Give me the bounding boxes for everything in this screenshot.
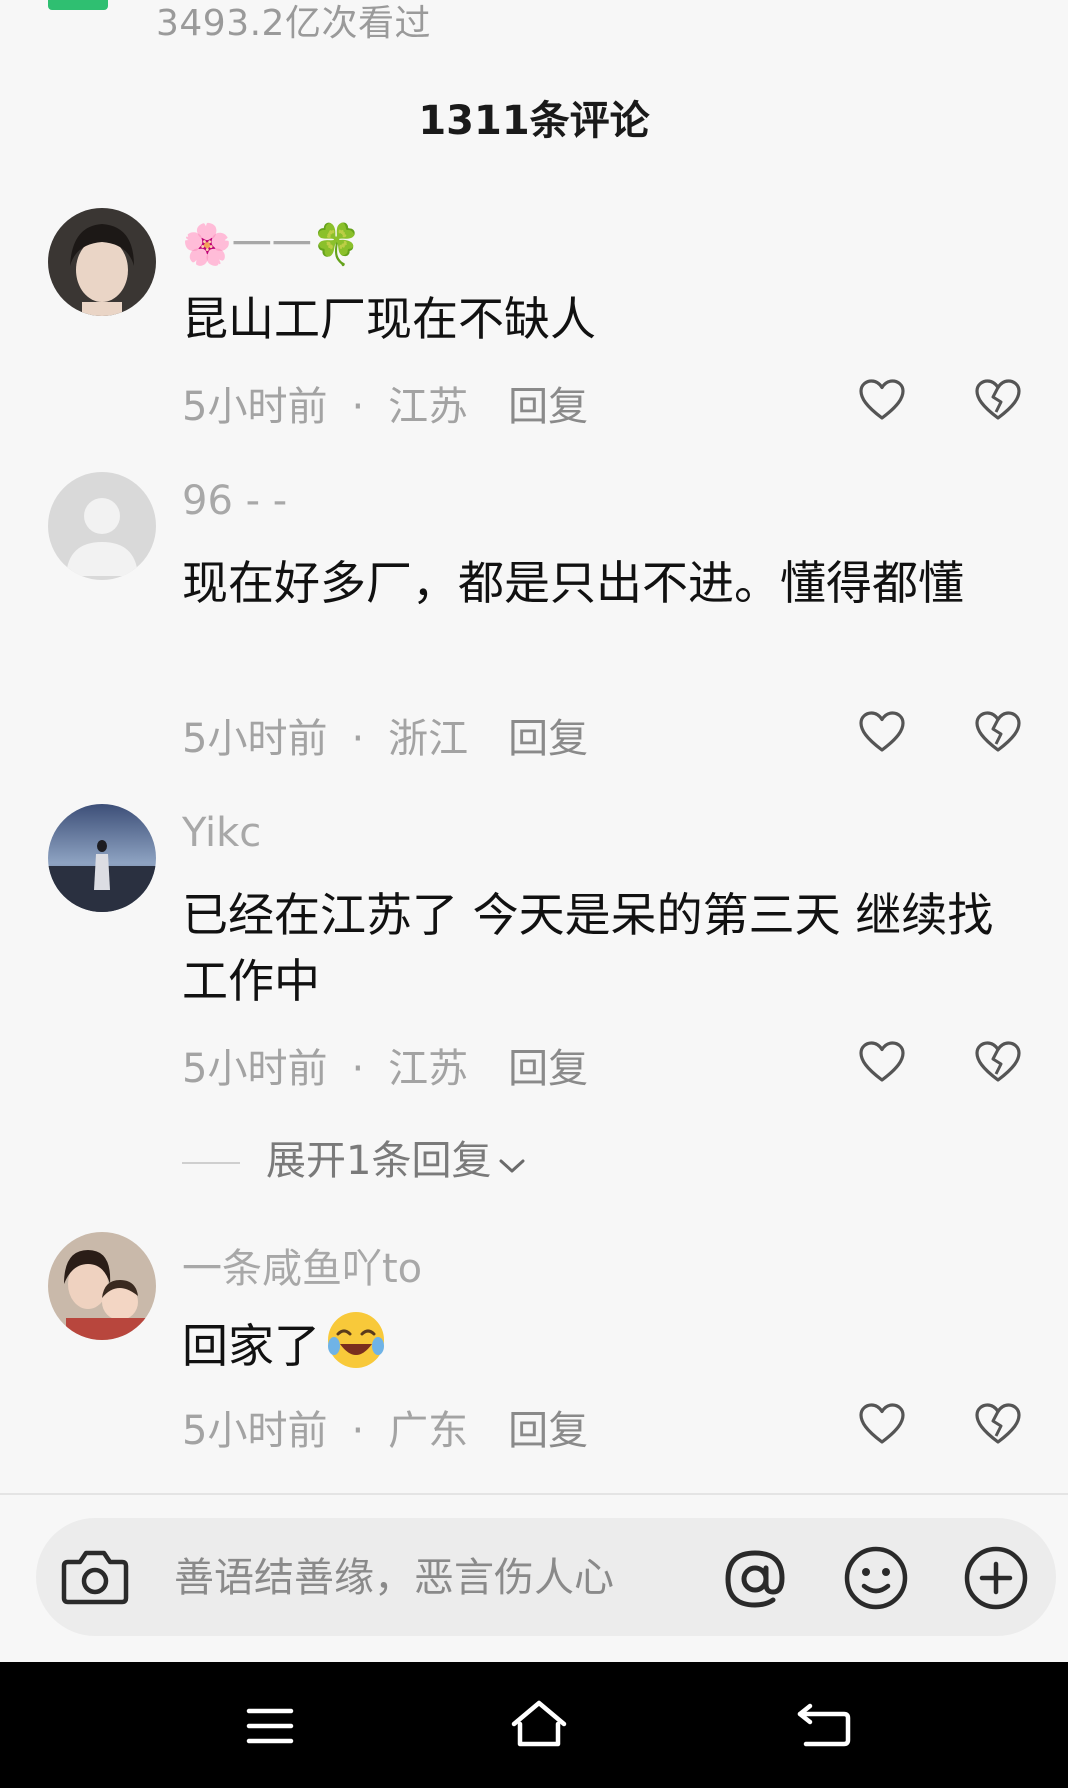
broken-heart-icon[interactable] — [974, 710, 1022, 754]
comment-location: 江苏 — [388, 1046, 469, 1092]
comment-meta: 5小时前 · 浙江 回复 — [182, 706, 588, 764]
avatar[interactable] — [48, 208, 156, 316]
comment-text: 回家了 — [182, 1308, 388, 1389]
back-icon[interactable] — [796, 1700, 852, 1748]
chevron-down-icon — [497, 1140, 527, 1186]
comment-location: 江苏 — [388, 384, 469, 430]
menu-icon[interactable] — [246, 1706, 294, 1746]
comment-meta: 5小时前 · 江苏 回复 — [182, 374, 588, 432]
expand-replies-label: 展开1条回复 — [266, 1138, 492, 1184]
username[interactable]: 🌸一一🍀 — [182, 212, 362, 270]
comment-time: 5小时前 — [182, 1408, 328, 1454]
heart-icon[interactable] — [858, 710, 906, 754]
view-count: 3493.2亿次看过 — [156, 3, 431, 44]
expand-divider — [182, 1162, 240, 1164]
heart-icon[interactable] — [858, 1040, 906, 1084]
comment-meta: 5小时前 · 江苏 回复 — [182, 1036, 588, 1094]
at-icon[interactable] — [720, 1544, 790, 1614]
comments-title: 1311条评论 — [418, 98, 650, 144]
comment-text-content: 回家了 — [182, 1319, 320, 1373]
comment-location: 广东 — [388, 1408, 469, 1454]
comment-time: 5小时前 — [182, 1046, 328, 1092]
comment-meta: 5小时前 · 广东 回复 — [182, 1398, 588, 1456]
heart-icon[interactable] — [858, 1402, 906, 1446]
comment-text: 现在好多厂，都是只出不进。懂得都懂 — [182, 556, 964, 610]
input-divider — [0, 1493, 1068, 1495]
home-icon[interactable] — [508, 1698, 570, 1750]
avatar[interactable] — [48, 1232, 156, 1340]
meta-separator: · — [351, 1046, 365, 1092]
comment-location: 浙江 — [388, 716, 469, 762]
comment-text: 昆山工厂现在不缺人 — [182, 292, 596, 346]
comment-text: 已经在江苏了 今天是呆的第三天 继续找工作中 — [182, 888, 994, 1008]
laughing-emoji-icon — [324, 1308, 388, 1389]
broken-heart-icon[interactable] — [974, 1402, 1022, 1446]
video-stats: 3493.2亿次看过 — [0, 0, 1068, 60]
comment-time: 5小时前 — [182, 716, 328, 762]
reply-button[interactable]: 回复 — [508, 1398, 588, 1456]
avatar[interactable] — [48, 472, 156, 580]
comment-time: 5小时前 — [182, 384, 328, 430]
plus-icon[interactable] — [962, 1544, 1030, 1612]
reply-button[interactable]: 回复 — [508, 374, 588, 432]
meta-separator: · — [351, 1408, 365, 1454]
camera-icon[interactable] — [60, 1546, 130, 1608]
broken-heart-icon[interactable] — [974, 378, 1022, 422]
reply-button[interactable]: 回复 — [508, 1036, 588, 1094]
status-badge — [48, 0, 108, 10]
avatar[interactable] — [48, 804, 156, 912]
meta-separator: · — [351, 716, 365, 762]
username[interactable]: 96 - - — [182, 478, 287, 524]
broken-heart-icon[interactable] — [974, 1040, 1022, 1084]
smiley-icon[interactable] — [842, 1544, 910, 1612]
heart-icon[interactable] — [858, 378, 906, 422]
username[interactable]: 一条咸鱼吖to — [182, 1236, 422, 1294]
comment-input[interactable] — [174, 1548, 694, 1608]
expand-replies-button[interactable]: 展开1条回复 — [182, 1128, 527, 1184]
meta-separator: · — [351, 384, 365, 430]
username[interactable]: Yikc — [182, 810, 261, 856]
reply-button[interactable]: 回复 — [508, 706, 588, 764]
